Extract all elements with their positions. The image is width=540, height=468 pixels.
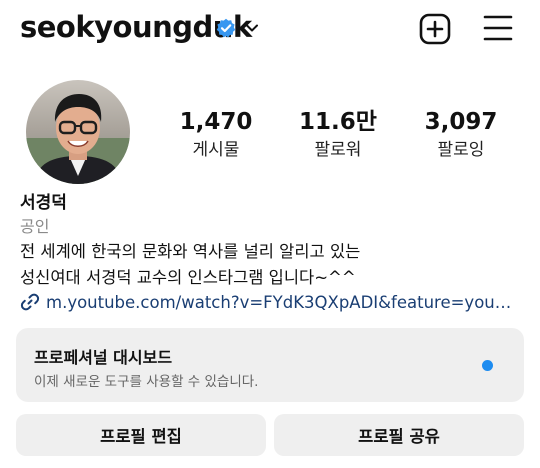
stat-followers-label: 팔로워 bbox=[314, 140, 362, 160]
avatar[interactable] bbox=[26, 80, 130, 184]
profile-link[interactable]: m.youtube.com/watch?v=FYdK3QXpADI&featur… bbox=[20, 290, 514, 314]
chevron-down-icon[interactable] bbox=[244, 20, 260, 36]
bio-line-1: 전 세계에 한국의 문화와 역사를 널리 알리고 있는 bbox=[20, 242, 361, 261]
stat-followers[interactable]: 11.6만 팔로워 bbox=[283, 108, 393, 160]
hamburger-menu-icon[interactable] bbox=[482, 13, 514, 43]
notification-dot-icon bbox=[482, 360, 493, 371]
stat-following-value: 3,097 bbox=[424, 109, 498, 135]
new-post-button[interactable] bbox=[418, 12, 452, 46]
profile-link-text[interactable]: m.youtube.com/watch?v=FYdK3QXpADI&featur… bbox=[46, 293, 514, 312]
link-icon bbox=[20, 293, 40, 311]
stat-following[interactable]: 3,097 팔로잉 bbox=[406, 108, 516, 160]
stat-following-label: 팔로잉 bbox=[437, 140, 485, 160]
bio-line-2: 성신여대 서경덕 교수의 인스타그램 입니다~^^ bbox=[20, 268, 356, 287]
stat-posts[interactable]: 1,470 게시물 bbox=[161, 108, 271, 160]
top-bar: seokyoungduk bbox=[0, 0, 540, 60]
stat-followers-value: 11.6만 bbox=[299, 109, 377, 135]
profile-category: 공인 bbox=[20, 217, 50, 236]
verified-badge-icon bbox=[216, 18, 236, 38]
profile-name: 서경덕 bbox=[20, 193, 67, 213]
dashboard-title: 프로페셔널 대시보드 bbox=[34, 348, 173, 367]
professional-dashboard-card[interactable]: 프로페셔널 대시보드 이제 새로운 도구를 사용할 수 있습니다. bbox=[16, 328, 524, 402]
stat-posts-label: 게시물 bbox=[192, 140, 240, 160]
stat-posts-value: 1,470 bbox=[179, 109, 253, 135]
profile-photo bbox=[26, 80, 130, 184]
share-profile-button[interactable]: 프로필 공유 bbox=[274, 414, 524, 456]
edit-profile-button[interactable]: 프로필 편집 bbox=[16, 414, 266, 456]
dashboard-subtitle: 이제 새로운 도구를 사용할 수 있습니다. bbox=[34, 374, 259, 390]
